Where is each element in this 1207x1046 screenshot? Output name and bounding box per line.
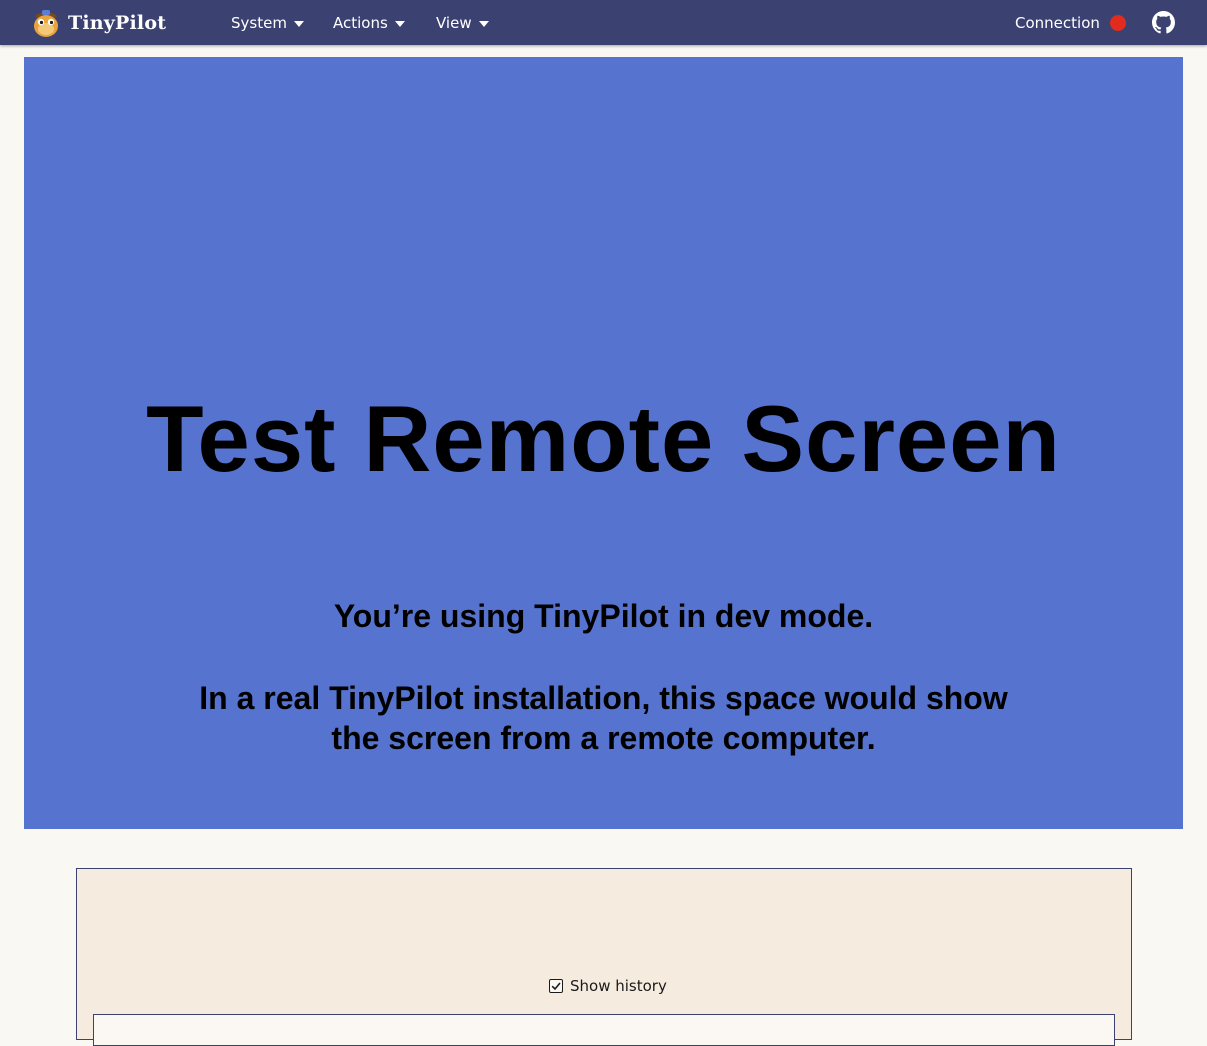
menu-view[interactable]: View	[436, 0, 489, 45]
connection-indicator-dot	[1109, 14, 1126, 31]
menu-view-label: View	[436, 13, 472, 32]
remote-screen-explanation: In a real TinyPilot installation, this s…	[24, 678, 1183, 758]
show-history-label: Show history	[570, 977, 667, 995]
menu-system-label: System	[231, 13, 287, 32]
menu-actions-label: Actions	[333, 13, 388, 32]
checkmark-icon	[551, 982, 561, 991]
connection-label: Connection	[1015, 13, 1100, 32]
chevron-down-icon	[478, 20, 489, 27]
remote-screen-explanation-line2: the screen from a remote computer.	[331, 720, 876, 756]
remote-screen-explanation-line1: In a real TinyPilot installation, this s…	[199, 680, 1008, 716]
show-history-checkbox[interactable]	[549, 979, 563, 993]
remote-screen[interactable]: Test Remote Screen You’re using TinyPilo…	[24, 57, 1183, 829]
menu-actions[interactable]: Actions	[333, 0, 405, 45]
top-navbar: TinyPilot System Actions View Connection	[0, 0, 1207, 45]
show-history-toggle[interactable]: Show history	[549, 976, 667, 996]
connection-status[interactable]: Connection	[1015, 0, 1126, 45]
chevron-down-icon	[394, 20, 405, 27]
menu-system[interactable]: System	[231, 0, 304, 45]
github-icon[interactable]	[1152, 11, 1175, 34]
logo-text: TinyPilot	[68, 11, 167, 34]
remote-screen-title: Test Remote Screen	[146, 386, 1061, 491]
chevron-down-icon	[293, 20, 304, 27]
remote-screen-dev-mode-note: You’re using TinyPilot in dev mode.	[333, 598, 874, 634]
tinypilot-mascot-icon	[34, 9, 58, 37]
tinypilot-logo[interactable]: TinyPilot	[30, 6, 166, 39]
history-list-box	[93, 1014, 1115, 1046]
